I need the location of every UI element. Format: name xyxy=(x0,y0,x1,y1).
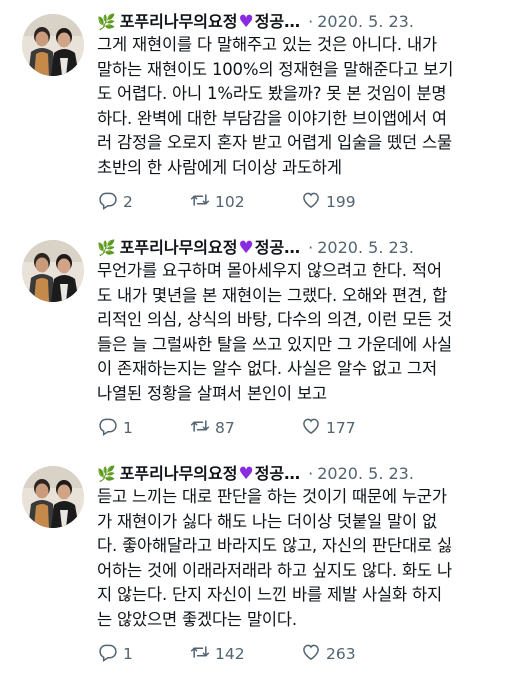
like-button[interactable]: 263 xyxy=(301,642,356,666)
tweet-actions: 1 87 177 xyxy=(98,416,398,437)
tweet-header: 🌿 포푸리나무의요정 ♥ 정공 … · 2020. 5. 23. xyxy=(97,461,501,487)
author-name[interactable]: 포푸리나무의요정 xyxy=(120,12,238,32)
like-icon xyxy=(301,190,326,214)
tweet-date[interactable]: 2020. 5. 23. xyxy=(317,12,414,32)
tweet-text-line: 지 않는다. 단지 자신이 느낀 바를 제발 사실화 하지 xyxy=(97,585,443,604)
tweet-text-line: 하다. 완벽에 대한 부담감을 이야기한 브이앱에서 여 xyxy=(97,108,447,128)
tweet-actions: 2 102 199 xyxy=(98,190,398,211)
retweet-icon xyxy=(190,642,215,666)
tweet-text-line: 초반의 한 사람에게 더이상 과도하게 xyxy=(97,157,342,177)
separator: · xyxy=(308,464,314,483)
tweet-text-line: 러 감정을 오로지 혼자 받고 어렵게 입술을 뗐던 스물 xyxy=(97,133,452,152)
tweet-text-line: 도 어렵다. 아니 1%라도 봤을까? 못 본 것임이 분명 xyxy=(97,84,447,103)
tweet-date[interactable]: 2020. 5. 23. xyxy=(317,464,414,484)
reply-button[interactable]: 2 xyxy=(98,190,133,214)
author-ellipsis: … xyxy=(284,12,301,31)
reply-count: 1 xyxy=(123,645,133,663)
reply-button[interactable]: 1 xyxy=(98,416,133,440)
retweet-button[interactable]: 142 xyxy=(190,642,245,666)
separator: · xyxy=(308,238,314,257)
avatar[interactable] xyxy=(22,240,84,302)
retweet-icon xyxy=(190,416,215,440)
reply-count: 2 xyxy=(123,193,133,211)
author-name[interactable]: 포푸리나무의요정 xyxy=(120,464,238,484)
tweet-header: 🌿 포푸리나무의요정 ♥ 정공 … · 2020. 5. 23. xyxy=(97,235,501,261)
tweet-text-line: 들은 늘 그럴싸한 탈을 쓰고 있지만 그 가운데에 사실 xyxy=(97,334,452,354)
reply-icon xyxy=(98,642,123,666)
reply-count: 1 xyxy=(123,419,133,437)
leaf-icon: 🌿 xyxy=(97,239,116,257)
author-name-suffix[interactable]: 정공 xyxy=(255,12,284,32)
tweet-text: 그게 재현이를 다 말해주고 있는 것은 아니다. 내가말하는 재현이도 100… xyxy=(97,33,495,180)
tweet-text: 무언가를 요구하며 몰아세우지 않으려고 한다. 적어도 내가 몇년을 본 재현… xyxy=(97,259,495,406)
author-ellipsis: … xyxy=(284,238,301,257)
like-count: 199 xyxy=(326,193,356,211)
tweet[interactable]: 🌿 포푸리나무의요정 ♥ 정공 … · 2020. 5. 23. 무언가를 요구… xyxy=(0,226,509,452)
like-count: 263 xyxy=(326,645,356,663)
reply-icon xyxy=(98,416,123,440)
purple-heart-icon: ♥ xyxy=(238,12,254,32)
tweet-text-line: 가 재현이가 싫다 해도 나는 더이상 덧붙일 말이 없 xyxy=(97,511,437,531)
tweet-text-line: 도 내가 몇년을 본 재현이는 그랬다. 오해와 편견, 합 xyxy=(97,285,448,305)
retweet-icon xyxy=(190,190,215,214)
retweet-button[interactable]: 87 xyxy=(190,416,235,440)
reply-icon xyxy=(98,190,123,214)
author-ellipsis: … xyxy=(284,464,301,483)
purple-heart-icon: ♥ xyxy=(238,464,254,484)
tweet-actions: 1 142 263 xyxy=(98,642,398,663)
like-button[interactable]: 177 xyxy=(301,416,356,440)
avatar[interactable] xyxy=(22,14,84,76)
leaf-icon: 🌿 xyxy=(97,13,116,31)
retweet-count: 87 xyxy=(215,419,235,437)
tweet-text-line: 말하는 재현이도 100%의 정재현을 말해준다고 보기 xyxy=(97,59,454,79)
tweet-text-line: 이 존재하는지는 알수 없다. 사실은 알수 없고 그저 xyxy=(97,359,437,378)
separator: · xyxy=(308,12,314,31)
tweet-feed: 🌿 포푸리나무의요정 ♥ 정공 … · 2020. 5. 23. 그게 재현이를… xyxy=(0,0,509,678)
retweet-button[interactable]: 102 xyxy=(190,190,245,214)
retweet-count: 142 xyxy=(215,645,245,663)
tweet-text-line: 그게 재현이를 다 말해주고 있는 것은 아니다. 내가 xyxy=(97,35,437,54)
tweet[interactable]: 🌿 포푸리나무의요정 ♥ 정공 … · 2020. 5. 23. 듣고 느끼는 … xyxy=(0,452,509,678)
like-button[interactable]: 199 xyxy=(301,190,356,214)
tweet-text-line: 리적인 의심, 상식의 바탕, 다수의 의견, 이런 모든 것 xyxy=(97,310,453,329)
like-count: 177 xyxy=(326,419,356,437)
tweet-text: 듣고 느끼는 대로 판단을 하는 것이기 때문에 누군가가 재현이가 싫다 해도… xyxy=(97,485,495,632)
tweet[interactable]: 🌿 포푸리나무의요정 ♥ 정공 … · 2020. 5. 23. 그게 재현이를… xyxy=(0,0,509,226)
tweet-text-line: 무언가를 요구하며 몰아세우지 않으려고 한다. 적어 xyxy=(97,261,442,280)
tweet-text-line: 어하는 것에 이래라저래라 하고 싶지도 않다. 화도 나 xyxy=(97,560,452,580)
tweet-text-line: 듣고 느끼는 대로 판단을 하는 것이기 때문에 누군가 xyxy=(97,487,447,506)
like-icon xyxy=(301,642,326,666)
reply-button[interactable]: 1 xyxy=(98,642,133,666)
tweet-header: 🌿 포푸리나무의요정 ♥ 정공 … · 2020. 5. 23. xyxy=(97,9,501,35)
retweet-count: 102 xyxy=(215,193,245,211)
author-name-suffix[interactable]: 정공 xyxy=(255,238,284,258)
leaf-icon: 🌿 xyxy=(97,465,116,483)
purple-heart-icon: ♥ xyxy=(238,238,254,258)
author-name-suffix[interactable]: 정공 xyxy=(255,464,284,484)
author-name[interactable]: 포푸리나무의요정 xyxy=(120,238,238,258)
tweet-text-line: 다. 좋아해달라고 바라지도 않고, 자신의 판단대로 싫 xyxy=(97,536,452,555)
tweet-text-line: 는 않았으면 좋겠다는 말이다. xyxy=(97,609,297,629)
tweet-date[interactable]: 2020. 5. 23. xyxy=(317,238,414,258)
like-icon xyxy=(301,416,326,440)
tweet-text-line: 나열된 정황을 살펴서 본인이 보고 xyxy=(97,383,327,403)
avatar[interactable] xyxy=(22,466,84,528)
